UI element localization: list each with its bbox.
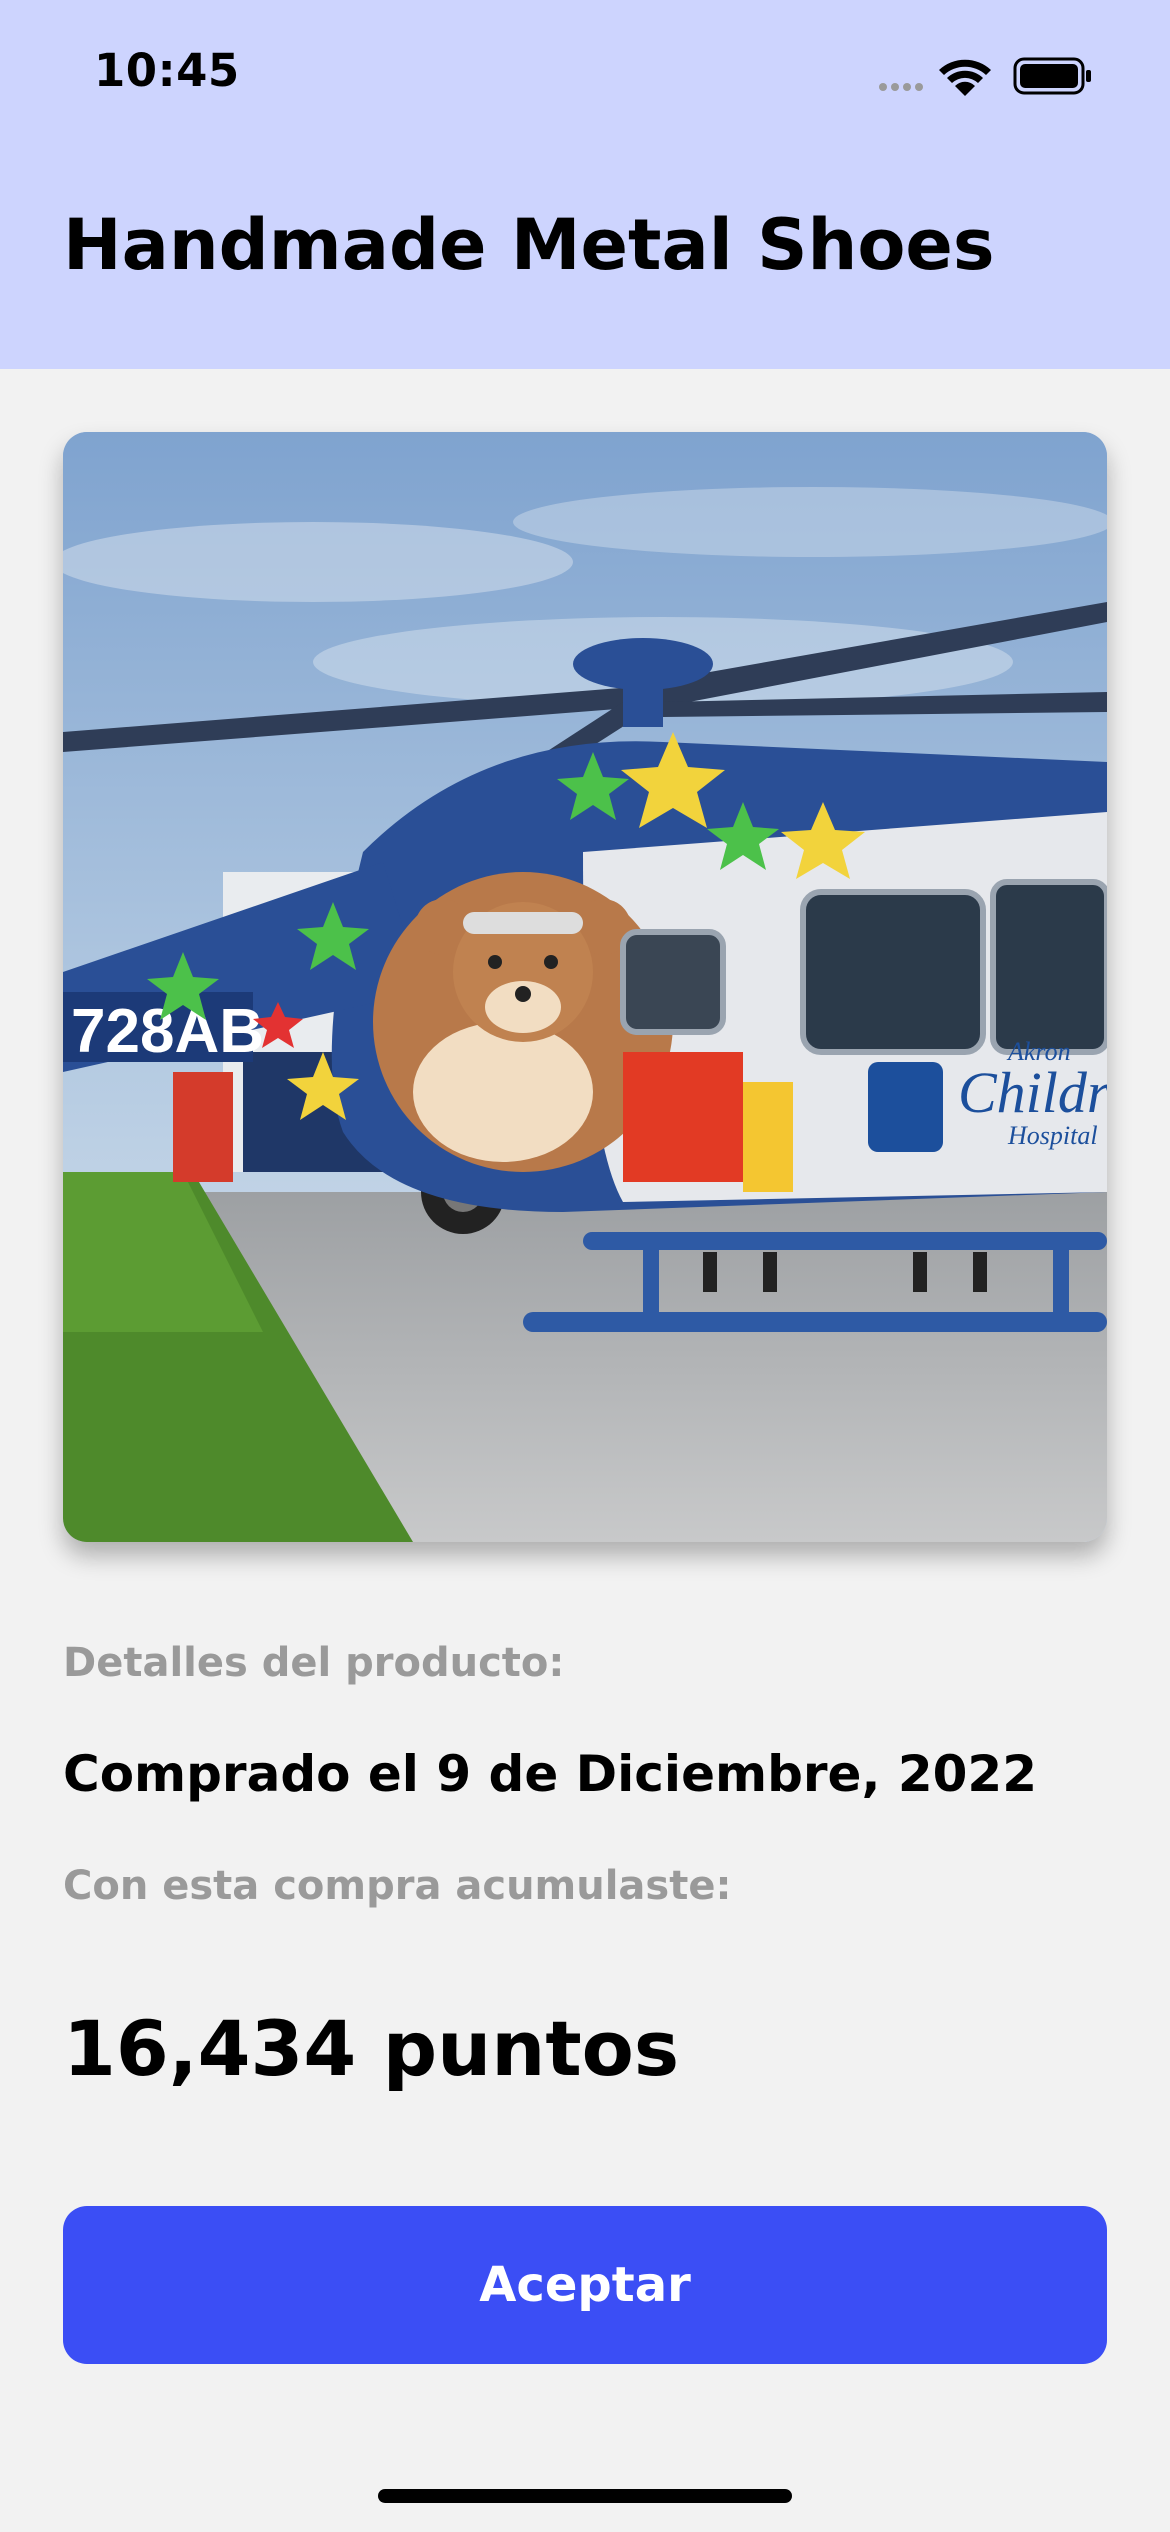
home-indicator[interactable] — [378, 2489, 792, 2503]
svg-text:Akron: Akron — [1006, 1037, 1071, 1066]
svg-text:Childre: Childre — [958, 1060, 1107, 1125]
points-value: 16,434 puntos — [63, 2004, 680, 2093]
details-label: Detalles del producto: — [63, 1640, 565, 1686]
accumulated-label: Con esta compra acumulaste: — [63, 1863, 732, 1909]
header-bar: 10:45 Handmade Metal Shoes — [0, 0, 1170, 369]
product-image: 728AB Childre Hospital Akron — [63, 432, 1107, 1542]
svg-text:Hospital: Hospital — [1007, 1121, 1098, 1150]
cellular-signal-icon — [879, 83, 923, 91]
status-icons — [875, 50, 1115, 100]
wifi-icon — [939, 59, 991, 96]
page-title: Handmade Metal Shoes — [63, 204, 995, 286]
purchase-date: Comprado el 9 de Diciembre, 2022 — [63, 1745, 1037, 1803]
battery-icon — [1013, 57, 1091, 95]
accept-button[interactable]: Aceptar — [63, 2206, 1107, 2364]
status-time: 10:45 — [94, 44, 240, 97]
